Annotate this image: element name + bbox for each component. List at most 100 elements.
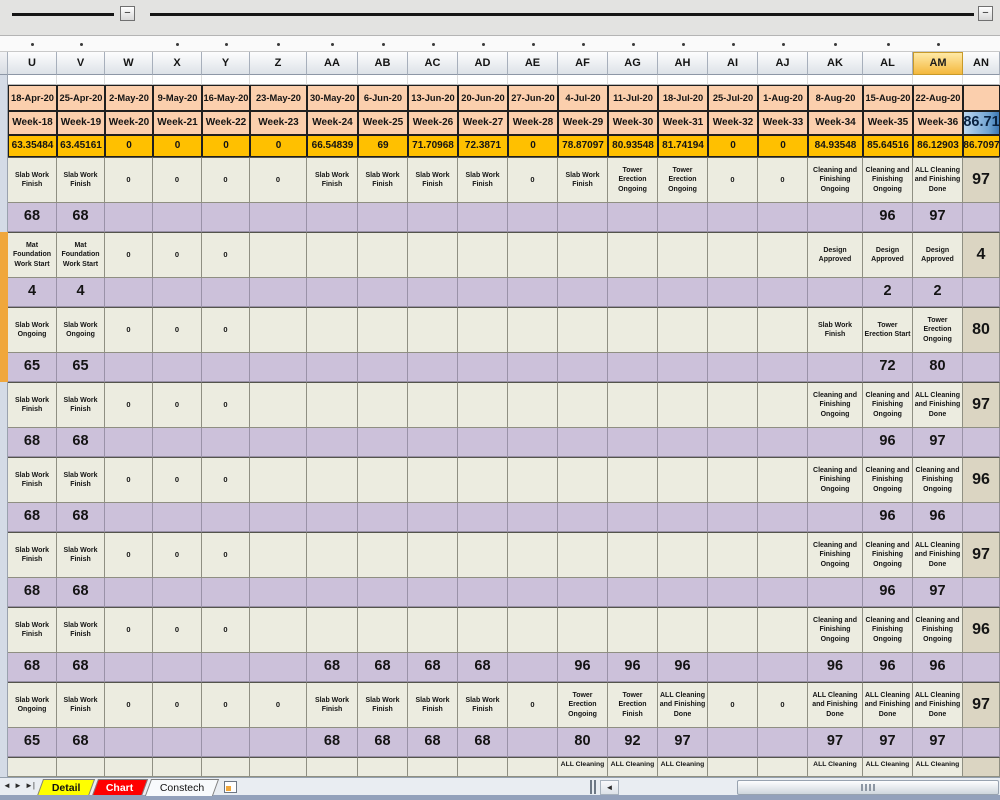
grid-cell[interactable]: 68 xyxy=(307,728,358,757)
grid-cell[interactable] xyxy=(758,457,808,503)
grid-cell[interactable] xyxy=(358,353,408,382)
grid-cell[interactable] xyxy=(250,653,307,682)
grid-cell[interactable] xyxy=(202,503,250,532)
grid-cell[interactable] xyxy=(307,532,358,578)
grid-cell[interactable]: Slab Work Finish xyxy=(558,157,608,203)
grid-cell[interactable]: 96 xyxy=(863,203,913,232)
grid-cell[interactable] xyxy=(708,757,758,777)
grid-cell[interactable] xyxy=(963,428,1000,457)
progress-cell-AD[interactable]: 72.3871 xyxy=(458,135,508,157)
grid-cell[interactable] xyxy=(153,503,202,532)
progress-cell-AI[interactable]: 0 xyxy=(708,135,758,157)
grid-cell[interactable] xyxy=(57,75,105,85)
week-cell-AM[interactable]: Week-36 xyxy=(913,111,963,135)
week-cell-V[interactable]: Week-19 xyxy=(57,111,105,135)
grid-cell[interactable]: 0 xyxy=(202,532,250,578)
grid-cell[interactable] xyxy=(250,278,307,307)
grid-cell[interactable]: ALL Cleaning and Finishing Done xyxy=(913,382,963,428)
grid-cell[interactable] xyxy=(250,307,307,353)
grid-cell[interactable] xyxy=(808,503,863,532)
grid-cell[interactable]: Cleaning and Finishing Ongoing xyxy=(863,607,913,653)
grid-cell[interactable]: 68 xyxy=(8,428,57,457)
grid-cell[interactable] xyxy=(307,428,358,457)
grid-cell[interactable]: Cleaning and Finishing Ongoing xyxy=(913,607,963,653)
grid-cell[interactable] xyxy=(808,578,863,607)
grid-cell[interactable]: 97 xyxy=(963,682,1000,728)
column-header-W[interactable]: W xyxy=(105,52,153,75)
grid-cell[interactable]: 68 xyxy=(57,653,105,682)
grid-cell[interactable] xyxy=(658,232,708,278)
grid-cell[interactable]: 4 xyxy=(963,232,1000,278)
grid-cell[interactable] xyxy=(458,757,508,777)
grid-cell[interactable]: Cleaning and Finishing Ongoing xyxy=(808,382,863,428)
grid-cell[interactable]: Design Approved xyxy=(913,232,963,278)
week-cell-AB[interactable]: Week-25 xyxy=(358,111,408,135)
date-cell-AK[interactable]: 8-Aug-20 xyxy=(808,85,863,111)
grid-cell[interactable]: 0 xyxy=(708,682,758,728)
grid-cell[interactable]: 0 xyxy=(105,232,153,278)
grid-cell[interactable] xyxy=(408,457,458,503)
grid-cell[interactable] xyxy=(358,428,408,457)
grid-cell[interactable] xyxy=(608,578,658,607)
grid-cell[interactable] xyxy=(658,503,708,532)
grid-cell[interactable]: Slab Work Finish xyxy=(57,682,105,728)
grid-cell[interactable] xyxy=(508,457,558,503)
grid-cell[interactable]: Cleaning and Finishing Ongoing xyxy=(808,532,863,578)
grid-cell[interactable]: 0 xyxy=(105,607,153,653)
grid-cell[interactable] xyxy=(408,278,458,307)
grid-cell[interactable]: Slab Work Finish xyxy=(358,682,408,728)
grid-cell[interactable]: Slab Work Finish xyxy=(8,157,57,203)
grid-cell[interactable] xyxy=(758,382,808,428)
progress-cell-AJ[interactable]: 0 xyxy=(758,135,808,157)
grid-cell[interactable]: Slab Work Finish xyxy=(408,682,458,728)
date-cell-AL[interactable]: 15-Aug-20 xyxy=(863,85,913,111)
grid-cell[interactable] xyxy=(250,457,307,503)
grid-cell[interactable]: Slab Work Finish xyxy=(8,382,57,428)
grid-cell[interactable]: 68 xyxy=(8,578,57,607)
column-header-U[interactable]: U xyxy=(8,52,57,75)
grid-cell[interactable]: 68 xyxy=(57,728,105,757)
column-header-AH[interactable]: AH xyxy=(658,52,708,75)
grid-cell[interactable] xyxy=(408,307,458,353)
grid-cell[interactable] xyxy=(250,232,307,278)
grid-cell[interactable]: Slab Work Finish xyxy=(8,607,57,653)
h-scroll-left-icon[interactable]: ◄ xyxy=(600,780,619,795)
grid-cell[interactable] xyxy=(708,428,758,457)
grid-cell[interactable] xyxy=(358,607,408,653)
grid-cell[interactable] xyxy=(758,607,808,653)
grid-cell[interactable]: 80 xyxy=(558,728,608,757)
grid-cell[interactable] xyxy=(558,232,608,278)
grid-cell[interactable] xyxy=(202,757,250,777)
grid-cell[interactable]: 97 xyxy=(963,532,1000,578)
grid-cell[interactable] xyxy=(250,75,307,85)
grid-cell[interactable]: ALL Cleaning xyxy=(558,757,608,777)
grid-cell[interactable] xyxy=(963,278,1000,307)
grid-cell[interactable]: 80 xyxy=(913,353,963,382)
grid-cell[interactable]: 0 xyxy=(105,457,153,503)
grid-cell[interactable] xyxy=(963,653,1000,682)
grid-cell[interactable] xyxy=(250,382,307,428)
grid-cell[interactable] xyxy=(758,353,808,382)
grid-cell[interactable] xyxy=(458,382,508,428)
grid-cell[interactable]: 68 xyxy=(458,653,508,682)
grid-cell[interactable]: ALL Cleaning and Finishing Done xyxy=(863,682,913,728)
grid-cell[interactable] xyxy=(408,203,458,232)
grid-cell[interactable] xyxy=(508,653,558,682)
grid-cell[interactable] xyxy=(307,307,358,353)
grid-cell[interactable] xyxy=(808,353,863,382)
grid-cell[interactable] xyxy=(508,578,558,607)
grid-cell[interactable] xyxy=(658,203,708,232)
grid-cell[interactable] xyxy=(153,428,202,457)
date-cell-AD[interactable]: 20-Jun-20 xyxy=(458,85,508,111)
grid-cell[interactable] xyxy=(307,757,358,777)
grid-cell[interactable] xyxy=(202,578,250,607)
grid-cell[interactable] xyxy=(758,278,808,307)
date-cell-AG[interactable]: 11-Jul-20 xyxy=(608,85,658,111)
grid-cell[interactable]: ALL Cleaning and Finishing Done xyxy=(658,682,708,728)
grid-cell[interactable]: 0 xyxy=(153,457,202,503)
grid-cell[interactable]: Cleaning and Finishing Ongoing xyxy=(863,457,913,503)
grid-cell[interactable] xyxy=(963,578,1000,607)
grid-cell[interactable]: Tower Erection Ongoing xyxy=(608,157,658,203)
grid-cell[interactable] xyxy=(408,75,458,85)
grid-cell[interactable]: 0 xyxy=(758,157,808,203)
